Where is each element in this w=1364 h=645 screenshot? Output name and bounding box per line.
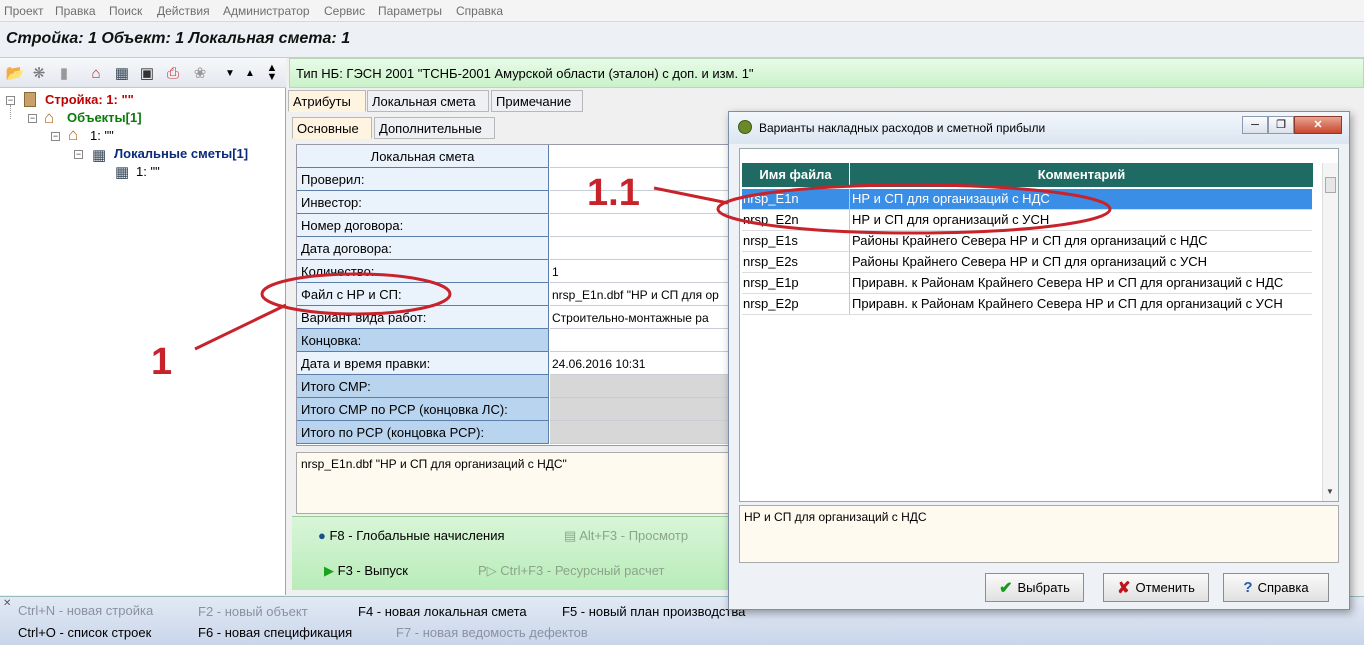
annotation-pointer-1 <box>194 303 287 351</box>
annotation-ellipse-row <box>716 183 1112 235</box>
annotation-pointer-1-1 <box>653 186 729 205</box>
annotation-overlay <box>194 183 1112 351</box>
annotation-label-1: 1 <box>151 341 173 383</box>
annotation-ellipse-field <box>260 272 452 316</box>
annotation-label-1-1: 1.1 <box>587 172 640 214</box>
